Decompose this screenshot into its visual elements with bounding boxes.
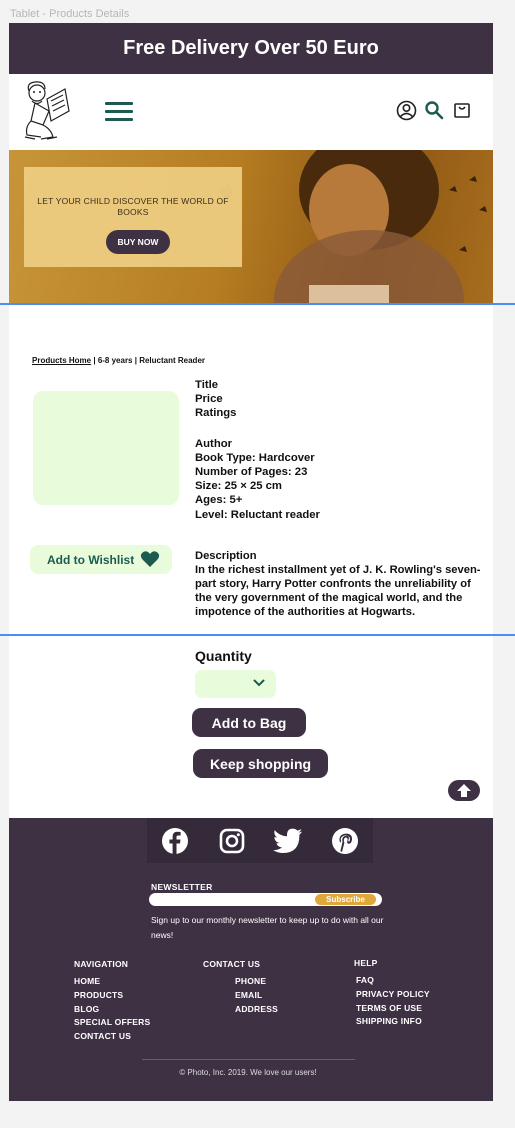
user-icon[interactable] <box>395 99 417 121</box>
footer-link-products[interactable]: PRODUCTS <box>74 989 150 1003</box>
footer-help: HELP FAQ PRIVACY POLICY TERMS OF USE SHI… <box>354 958 430 1029</box>
footer-link-blog[interactable]: BLOG <box>74 1003 150 1017</box>
guide-line <box>0 303 515 305</box>
chevron-down-icon <box>253 679 265 687</box>
hero-overlay: LET YOUR CHILD DISCOVER THE WORLD OF BOO… <box>24 167 242 267</box>
footer-link-home[interactable]: HOME <box>74 975 150 989</box>
breadcrumb: Products Home | 6-8 years | Reluctant Re… <box>32 356 205 365</box>
promo-banner: Free Delivery Over 50 Euro <box>9 23 493 74</box>
add-to-bag-button[interactable]: Add to Bag <box>192 708 306 737</box>
breadcrumb-products-home[interactable]: Products Home <box>32 356 91 365</box>
product-level: Level: Reluctant reader <box>195 508 320 521</box>
footer-link-contact-us[interactable]: CONTACT US <box>74 1030 150 1044</box>
product-title: Title <box>195 379 219 391</box>
description-label: Description <box>195 550 257 562</box>
site-footer: NEWSLETTER Subscribe Sign up to our mont… <box>9 818 493 1101</box>
guide-line <box>0 634 515 636</box>
arrow-up-icon <box>457 784 471 797</box>
buy-now-button[interactable]: BUY NOW <box>106 230 170 254</box>
add-to-wishlist-button[interactable]: Add to Wishlist <box>30 545 172 574</box>
search-icon[interactable] <box>423 99 445 121</box>
newsletter-title: NEWSLETTER <box>151 882 213 892</box>
social-links <box>147 818 373 863</box>
footer-divider <box>142 1059 355 1060</box>
breadcrumb-sep: | <box>91 356 98 365</box>
footer-link-special-offers[interactable]: SPECIAL OFFERS <box>74 1016 150 1030</box>
wishlist-label: Add to Wishlist <box>47 552 135 567</box>
footer-link-address[interactable]: ADDRESS <box>235 1003 278 1017</box>
page-frame: Free Delivery Over 50 Euro LET YOUR CHIL… <box>9 23 493 1101</box>
product-image <box>33 391 179 505</box>
footer-contact: CONTACT US PHONE EMAIL ADDRESS <box>203 959 278 1016</box>
footer-link-terms-of-use[interactable]: TERMS OF USE <box>356 1002 430 1016</box>
heart-icon <box>140 551 160 567</box>
frame-label: Tablet - Products Details <box>10 8 130 20</box>
footer-contact-title: CONTACT US <box>203 959 261 969</box>
product-price: Price <box>195 393 223 406</box>
product-book-type: Book Type: Hardcover <box>195 451 315 464</box>
hamburger-menu-icon[interactable] <box>105 102 133 122</box>
pinterest-icon[interactable] <box>330 826 360 856</box>
footer-link-phone[interactable]: PHONE <box>235 975 278 989</box>
instagram-icon[interactable] <box>217 826 247 856</box>
product-ages: Ages: 5+ <box>195 494 243 507</box>
product-pages: Number of Pages: 23 <box>195 466 308 479</box>
footer-navigation-title: NAVIGATION <box>74 959 129 969</box>
back-to-top-button[interactable] <box>448 780 480 801</box>
hero-banner: LET YOUR CHILD DISCOVER THE WORLD OF BOO… <box>9 150 493 304</box>
quantity-label: Quantity <box>195 648 252 664</box>
breadcrumb-level: Reluctant Reader <box>139 356 205 365</box>
copyright: © Photo, Inc. 2019. We love our users! <box>179 1068 317 1077</box>
facebook-icon[interactable] <box>160 826 190 856</box>
footer-link-email[interactable]: EMAIL <box>235 989 278 1003</box>
breadcrumb-age: 6-8 years <box>97 356 133 365</box>
newsletter-email-input[interactable] <box>157 893 307 906</box>
footer-link-faq[interactable]: FAQ <box>356 974 430 988</box>
product-ratings: Ratings <box>195 407 237 420</box>
product-size: Size: 25 × 25 cm <box>195 480 282 493</box>
product-author: Author <box>195 437 233 450</box>
header-actions <box>395 99 473 121</box>
product-info: Title Price Ratings Author Book Type: Ha… <box>195 378 485 522</box>
site-header <box>9 74 493 150</box>
keep-shopping-button[interactable]: Keep shopping <box>193 749 328 778</box>
shopping-bag-icon[interactable] <box>451 99 473 121</box>
newsletter-form: Subscribe <box>149 893 382 906</box>
footer-link-privacy-policy[interactable]: PRIVACY POLICY <box>356 988 430 1002</box>
footer-link-shipping-info[interactable]: SHIPPING INFO <box>356 1015 430 1029</box>
quantity-select[interactable] <box>195 670 276 698</box>
reading-child-logo[interactable] <box>17 79 75 145</box>
product-description: Description In the richest installment y… <box>195 549 485 619</box>
newsletter-description: Sign up to our monthly newsletter to kee… <box>151 915 384 940</box>
promo-text: Free Delivery Over 50 Euro <box>123 37 379 59</box>
footer-help-title: HELP <box>354 958 378 968</box>
subscribe-button[interactable]: Subscribe <box>315 894 376 905</box>
footer-navigation: NAVIGATION HOME PRODUCTS BLOG SPECIAL OF… <box>74 959 150 1044</box>
hero-tagline: LET YOUR CHILD DISCOVER THE WORLD OF BOO… <box>37 196 229 217</box>
description-text: In the richest installment yet of J. K. … <box>195 564 481 619</box>
twitter-icon[interactable] <box>273 826 303 856</box>
